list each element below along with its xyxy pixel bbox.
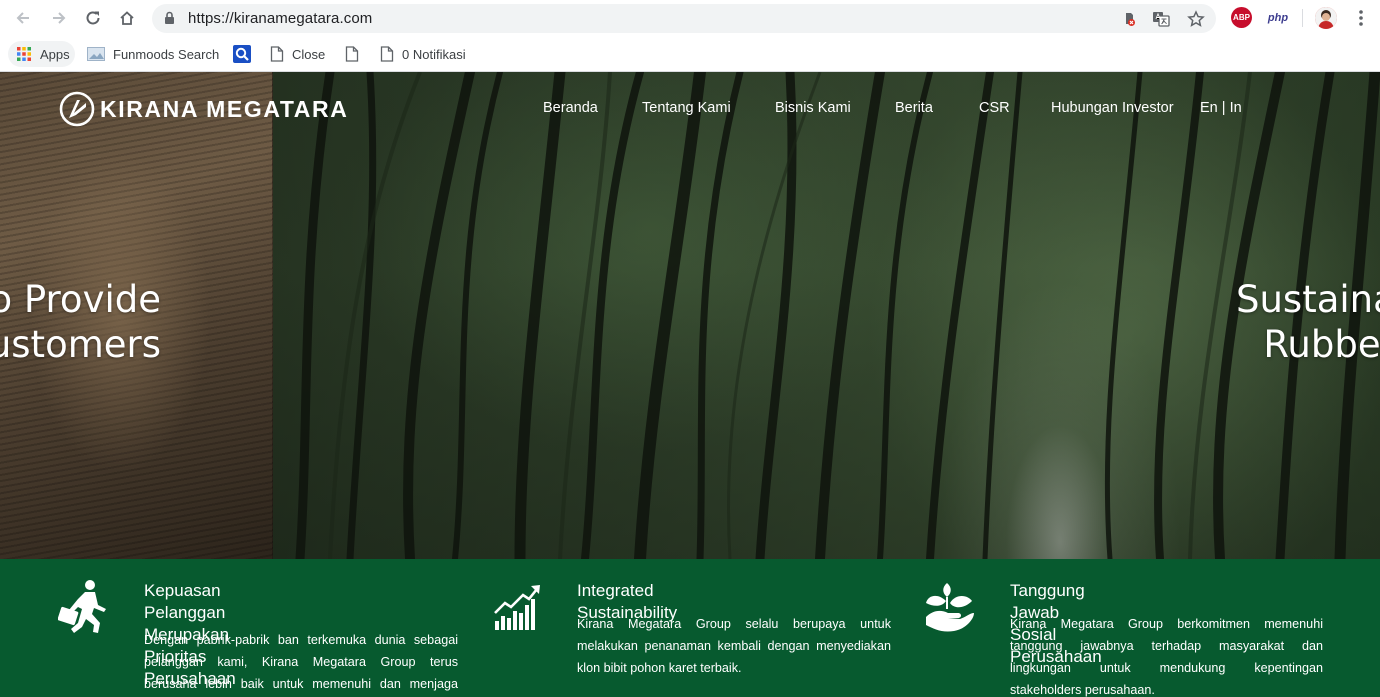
lang-separator: | bbox=[1221, 100, 1226, 116]
nav-tentang-kami[interactable]: Tentang Kami bbox=[642, 100, 731, 116]
bookmark-funmoods[interactable]: Funmoods Search bbox=[87, 41, 219, 67]
main-navigation: Beranda Tentang Kami Bisnis Kami Berita … bbox=[0, 100, 1380, 122]
address-bar[interactable]: https://kiranamegatara.com bbox=[152, 4, 1216, 33]
profile-avatar[interactable] bbox=[1315, 7, 1337, 29]
bookmark-label: Funmoods Search bbox=[113, 46, 220, 62]
running-man-briefcase-icon bbox=[58, 580, 106, 633]
nav-beranda[interactable]: Beranda bbox=[543, 100, 598, 116]
bookmark-apps[interactable]: Apps bbox=[8, 41, 75, 67]
kebab-menu-icon bbox=[1359, 10, 1363, 26]
hero-right-line2: Rubber bbox=[1263, 323, 1380, 366]
reload-icon bbox=[86, 11, 100, 25]
bookmark-label: Apps bbox=[40, 46, 70, 62]
bookmark-star-icon[interactable] bbox=[1186, 9, 1206, 29]
adblock-plus-icon[interactable]: ABP bbox=[1231, 7, 1252, 28]
nav-berita[interactable]: Berita bbox=[895, 100, 933, 116]
website-viewport: KIRANA MEGATARA Beranda Tentang Kami Bis… bbox=[0, 72, 1380, 697]
page-icon bbox=[270, 46, 284, 62]
back-arrow-icon bbox=[16, 12, 29, 24]
nav-bisnis-kami[interactable]: Bisnis Kami bbox=[775, 100, 851, 116]
lang-in[interactable]: In bbox=[1230, 100, 1242, 116]
hero-caption-left: to Provide ustomers bbox=[0, 277, 161, 367]
search-q-icon bbox=[233, 45, 251, 63]
lock-icon bbox=[164, 11, 175, 30]
cookie-blocked-icon[interactable] bbox=[1118, 9, 1138, 29]
hero-left-line2: ustomers bbox=[0, 323, 161, 366]
hand-leaf-icon bbox=[926, 583, 974, 632]
back-button[interactable] bbox=[11, 6, 35, 30]
lang-en[interactable]: En bbox=[1200, 100, 1218, 116]
bookmark-close[interactable]: Close bbox=[270, 41, 325, 67]
hero-right-line1: Sustaina bbox=[1236, 278, 1380, 321]
nav-hubungan-investor[interactable]: Hubungan Investor bbox=[1051, 100, 1174, 116]
hero-caption-right: Sustaina Rubber bbox=[1236, 277, 1380, 367]
reload-button[interactable] bbox=[81, 6, 105, 30]
feature-body: Kirana Megatara Group selalu berupaya un… bbox=[577, 617, 891, 675]
bookmarks-bar: Apps Funmoods Search Close 0 Notifikasi bbox=[0, 36, 1380, 72]
growth-chart-icon bbox=[494, 585, 540, 630]
language-switcher: En | In bbox=[1200, 100, 1242, 116]
php-extension-icon[interactable]: php bbox=[1264, 7, 1292, 29]
translate-icon[interactable] bbox=[1151, 9, 1171, 29]
apps-grid-icon bbox=[16, 46, 32, 62]
home-button[interactable] bbox=[115, 6, 139, 30]
bookmark-page[interactable] bbox=[345, 41, 367, 67]
hero-slider: KIRANA MEGATARA Beranda Tentang Kami Bis… bbox=[0, 72, 1380, 559]
nav-csr[interactable]: CSR bbox=[979, 100, 1010, 116]
bookmark-label: 0 Notifikasi bbox=[402, 46, 466, 62]
browser-toolbar: https://kiranamegatara.com ABP php bbox=[0, 0, 1380, 36]
toolbar-separator bbox=[1302, 9, 1303, 27]
forward-button[interactable] bbox=[47, 6, 71, 30]
url-text[interactable]: https://kiranamegatara.com bbox=[188, 10, 372, 27]
features-band: Kepuasan Pelanggan Merupakan Prioritas P… bbox=[0, 559, 1380, 697]
feature-body: Dengan pabrik-pabrik ban terkemuka dunia… bbox=[144, 633, 458, 691]
bookmark-search-q[interactable] bbox=[233, 41, 259, 67]
forward-arrow-icon bbox=[53, 12, 66, 24]
home-icon bbox=[120, 11, 134, 25]
bookmark-label: Close bbox=[292, 46, 326, 62]
hero-left-line1: to Provide bbox=[0, 278, 161, 321]
bookmark-notifikasi[interactable]: 0 Notifikasi bbox=[380, 41, 466, 67]
page-icon bbox=[345, 46, 359, 62]
chrome-menu-button[interactable] bbox=[1351, 7, 1371, 29]
feature-body: Kirana Megatara Group berkomitmen memenu… bbox=[1010, 617, 1323, 697]
page-icon bbox=[380, 46, 394, 62]
funmoods-icon bbox=[87, 46, 105, 62]
